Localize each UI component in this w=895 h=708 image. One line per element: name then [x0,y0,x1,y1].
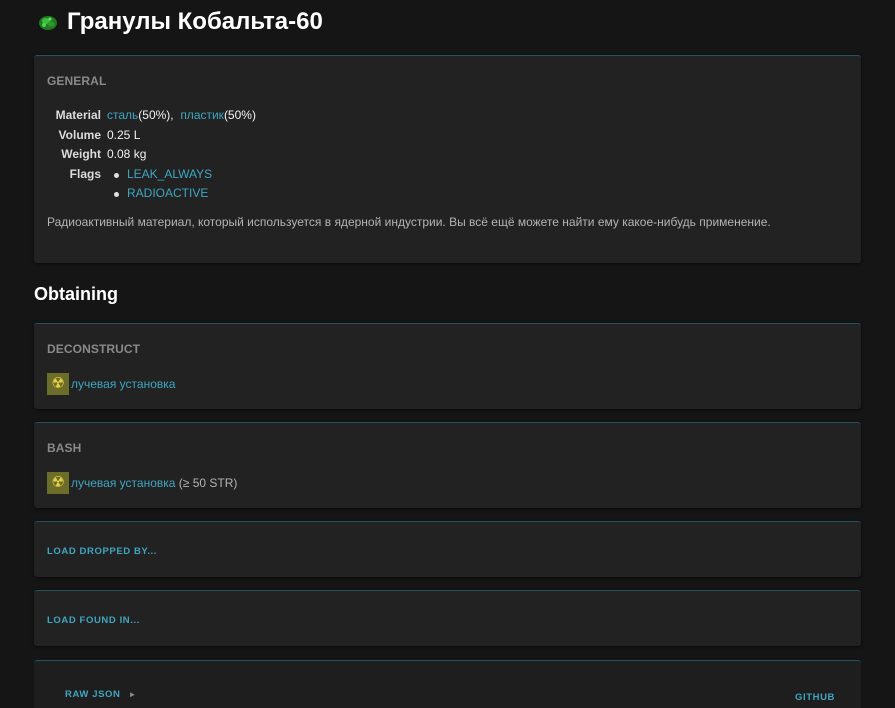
flag-link-radioactive[interactable]: RADIOACTIVE [127,186,208,200]
cobalt-pellet-icon [37,11,59,33]
bash-heading: BASH [47,441,82,455]
volume-label: Volume [58,127,101,142]
load-dropped-card: LOAD DROPPED BY... [34,521,861,577]
flag-item: RADIOACTIVE [113,184,212,204]
material-pct-plastic: (50%) [223,108,256,122]
material-value: сталь(50%), пластик(50%) [107,106,256,126]
deconstruct-furniture-link[interactable]: лучевая установка [71,377,175,391]
properties-list: Material сталь(50%), пластик(50%) Volume… [47,106,256,204]
weight-label: Weight [61,147,101,161]
bash-card: BASH ☢ лучевая установка (≥ 50 STR) [34,422,861,508]
raw-json-toggle[interactable]: RAW JSON ► [65,689,137,700]
material-link-steel[interactable]: сталь [107,108,138,122]
flag-link-leak-always[interactable]: LEAK_ALWAYS [127,167,212,181]
volume-value: 0.25 L [107,127,141,142]
deconstruct-card: DECONSTRUCT ☢ лучевая установка [34,323,861,409]
general-card: GENERAL Material сталь(50%), пластик(50%… [34,55,861,263]
weight-row: Weight 0.08 kg [47,145,256,165]
deconstruct-heading: DECONSTRUCT [47,342,141,356]
load-dropped-by-button[interactable]: LOAD DROPPED BY... [47,546,157,557]
page-title: Гранулы Кобальта-60 [37,4,323,40]
bash-source: ☢ лучевая установка (≥ 50 STR) [47,472,237,494]
general-heading: GENERAL [47,74,107,88]
bash-requirement: (≥ 50 STR) [178,476,238,490]
radiation-furniture-icon: ☢ [47,472,69,494]
radiation-furniture-icon: ☢ [47,373,69,395]
flags-list: LEAK_ALWAYS RADIOACTIVE [107,165,212,204]
material-pct-steel: (50%), [138,108,174,122]
item-description: Радиоактивный материал, который использу… [47,215,771,229]
material-link-plastic[interactable]: пластик [180,108,224,122]
title-text: Гранулы Кобальта-60 [67,8,323,35]
volume-row: Volume 0.25 L [47,126,256,146]
deconstruct-source: ☢ лучевая установка [47,373,175,395]
weight-value: 0.08 kg [107,147,147,161]
github-link[interactable]: GITHUB [795,692,835,703]
load-found-in-button[interactable]: LOAD FOUND IN... [47,615,140,626]
flags-label: Flags [69,166,101,181]
obtaining-title: Obtaining [34,284,118,304]
footer: RAW JSON ► GITHUB [34,660,861,708]
flag-item: LEAK_ALWAYS [113,165,212,185]
flags-row: Flags LEAK_ALWAYS RADIOACTIVE [47,165,256,204]
raw-json-label: RAW JSON [65,689,121,700]
load-found-card: LOAD FOUND IN... [34,590,861,646]
expand-triangle-icon: ► [128,690,138,699]
material-row: Material сталь(50%), пластик(50%) [47,106,256,126]
bash-furniture-link[interactable]: лучевая установка [71,476,175,490]
material-label: Material [55,108,101,122]
